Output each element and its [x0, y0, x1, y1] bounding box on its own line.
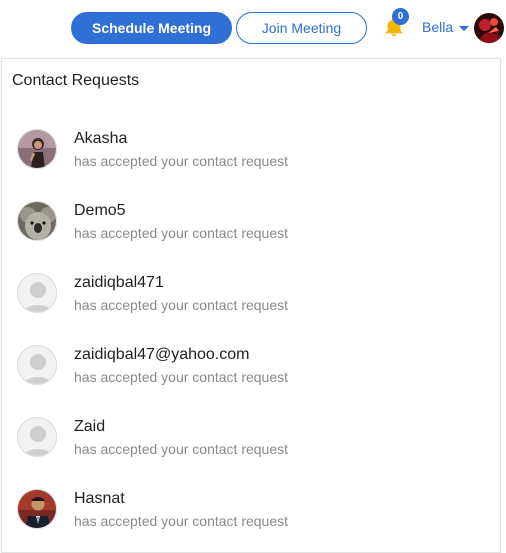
- panel-title: Contact Requests: [12, 72, 140, 89]
- contact-name: zaidiqbal471: [74, 274, 164, 291]
- schedule-meeting-button[interactable]: Schedule Meeting: [71, 12, 232, 44]
- request-status-text: has accepted your contact request: [74, 297, 289, 313]
- default-avatar-icon: [17, 273, 57, 313]
- contact-name: zaidiqbal47@yahoo.com: [74, 346, 250, 363]
- list-item[interactable]: zaidiqbal471 has accepted your contact r…: [2, 265, 500, 337]
- list-item[interactable]: Demo5 has accepted your contact request: [2, 193, 500, 265]
- default-avatar-icon: [17, 345, 57, 385]
- contact-name: Hasnat: [74, 490, 125, 507]
- list-item[interactable]: Zaid has accepted your contact request: [2, 409, 500, 481]
- avatar: [17, 129, 57, 169]
- user-menu-name[interactable]: Bella: [422, 19, 453, 35]
- list-item[interactable]: Akasha has accepted your contact request: [2, 121, 500, 193]
- request-status-text: has accepted your contact request: [74, 369, 289, 385]
- request-status-text: has accepted your contact request: [74, 153, 289, 169]
- request-status-text: has accepted your contact request: [74, 225, 289, 241]
- user-avatar[interactable]: [474, 13, 504, 43]
- request-status-text: has accepted your contact request: [74, 441, 289, 457]
- join-meeting-button[interactable]: Join Meeting: [236, 12, 367, 44]
- request-status-text: has accepted your contact request: [74, 513, 289, 529]
- default-avatar-icon: [17, 417, 57, 457]
- contact-name: Zaid: [74, 418, 106, 435]
- notification-count-badge: 0: [392, 8, 409, 25]
- avatar: [17, 489, 57, 529]
- list-item[interactable]: zaidiqbal47@yahoo.com has accepted your …: [2, 337, 500, 409]
- top-bar: Schedule Meeting Join Meeting 0 Bella: [0, 0, 506, 56]
- contact-requests-panel: Contact Requests Akasha has accepted you…: [1, 58, 501, 553]
- contact-name: Demo5: [74, 202, 126, 219]
- chevron-down-icon[interactable]: [459, 26, 469, 31]
- contact-name: Akasha: [74, 130, 128, 147]
- avatar: [17, 201, 57, 241]
- list-item[interactable]: Hasnat has accepted your contact request: [2, 481, 500, 553]
